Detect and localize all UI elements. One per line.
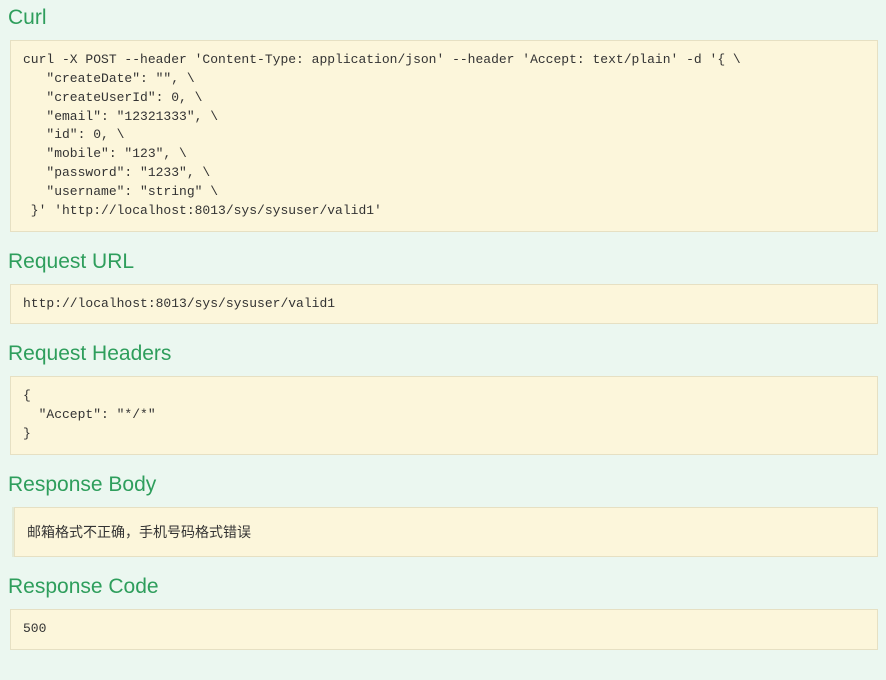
section-title-response-body: Response Body	[8, 473, 878, 497]
request-url-content-block[interactable]: http://localhost:8013/sys/sysuser/valid1	[10, 284, 878, 325]
curl-content-block[interactable]: curl -X POST --header 'Content-Type: app…	[10, 40, 878, 232]
request-headers-content-block[interactable]: { "Accept": "*/*" }	[10, 376, 878, 455]
section-title-request-url: Request URL	[8, 250, 878, 274]
response-body-content-block[interactable]: 邮箱格式不正确，手机号码格式错误	[14, 507, 878, 557]
response-code-content-block[interactable]: 500	[10, 609, 878, 650]
section-title-response-code: Response Code	[8, 575, 878, 599]
section-title-request-headers: Request Headers	[8, 342, 878, 366]
section-title-curl: Curl	[8, 6, 878, 30]
